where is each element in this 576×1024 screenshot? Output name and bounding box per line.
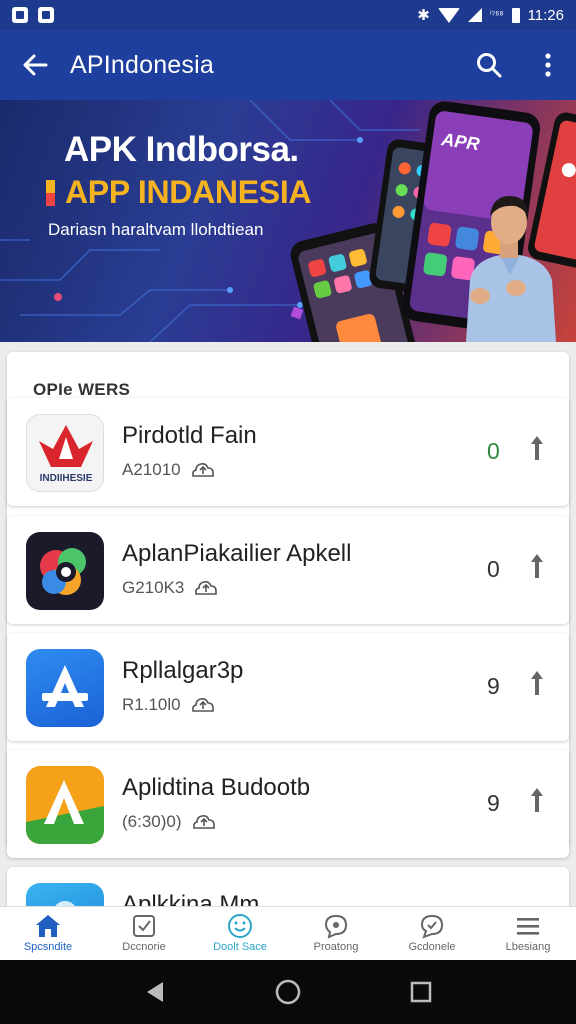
cloud-upload-icon [195, 581, 218, 595]
cloud-upload-icon [191, 698, 214, 712]
recents-square-icon[interactable] [409, 980, 433, 1004]
app-list-item[interactable]: Aplkkina Mm [7, 867, 569, 906]
app-name: Rpllalgar3p [122, 657, 244, 684]
colorful-camera-icon [26, 532, 104, 610]
app-name: Aplkkina Mm [122, 891, 260, 906]
cloud-upload-icon [192, 815, 215, 829]
search-button[interactable] [458, 30, 520, 100]
cloud-upload-icon [191, 463, 214, 477]
app-list-area: OPIe WERS INDIIHESIE Pirdotld Fain A2101… [0, 342, 576, 906]
battery-icon [511, 7, 520, 23]
check-square-icon [133, 915, 155, 937]
wifi-icon [437, 7, 460, 23]
signal-icon [467, 8, 482, 22]
app-store-icon [26, 649, 104, 727]
back-button[interactable] [0, 30, 70, 100]
nav-label: Doolt Sace [213, 941, 267, 953]
flag-bar-icon [46, 180, 55, 206]
more-options-button[interactable] [520, 30, 576, 100]
app-meta-value: A21010 [122, 460, 181, 479]
section-title: OPIe WERS [33, 380, 131, 399]
notification-image-icon [12, 7, 28, 23]
nav-item-support[interactable]: Gcdonele [384, 907, 480, 960]
green-a-icon [26, 766, 104, 844]
arrow-left-icon [23, 54, 48, 76]
arrow-up-icon[interactable] [529, 434, 545, 462]
app-name: AplanPiakailier Apkell [122, 540, 352, 567]
app-title: APIndonesia [70, 50, 214, 79]
nav-label: Spcsndite [23, 941, 73, 953]
vibrate-icon: ✱ [417, 7, 430, 24]
nav-label: Dccnorie [122, 941, 166, 953]
nav-item-chat[interactable]: Proatong [288, 907, 384, 960]
app-list-item[interactable]: INDIIHESIE Pirdotld Fain A21010 0 [7, 398, 569, 506]
nav-label: Proatong [313, 941, 359, 953]
app-count: 9 [487, 673, 500, 699]
chat-icon [324, 914, 348, 939]
app-meta-value: (6:30)0) [122, 812, 182, 831]
banner-headline: APK Indborsa. [64, 130, 299, 169]
app-bar: APIndonesia [0, 30, 576, 100]
app-name: Pirdotld Fain [122, 422, 257, 449]
back-triangle-icon[interactable] [143, 979, 167, 1005]
notification-app-icon [38, 7, 54, 23]
nav-label: Lbesiang [505, 941, 551, 953]
arrow-up-icon[interactable] [529, 786, 545, 814]
home-circle-icon[interactable] [274, 978, 302, 1006]
nav-label: Gcdonele [408, 941, 456, 953]
system-navigation-bar [0, 960, 576, 1024]
more-vert-icon [545, 53, 551, 77]
bottom-navigation: Spcsndite Dccnorie Doolt Sace Proatong G… [0, 906, 576, 960]
support-icon [420, 914, 444, 939]
arrow-up-icon[interactable] [529, 552, 545, 580]
app-list-item[interactable]: AplanPiakailier Apkell G210K3 0 [7, 516, 569, 624]
app-count: 9 [487, 790, 500, 816]
banner-tagline: Dariasn haraltvam llohdtiean [48, 220, 264, 239]
nav-item-menu[interactable]: Lbesiang [480, 907, 576, 960]
banner-subheadline: APP INDANESIA [46, 174, 312, 211]
clock: 11:26 [527, 6, 564, 24]
app-meta-value: G210K3 [122, 578, 185, 597]
app-name: Aplidtina Budootb [122, 774, 311, 801]
status-bar: ✱ ⁱ⁷⁶⁸ 11:26 [0, 0, 576, 30]
nav-item-check[interactable]: Dccnorie [96, 907, 192, 960]
banner-subheadline-text: APP INDANESIA [65, 174, 312, 210]
arrow-up-icon[interactable] [529, 669, 545, 697]
promo-banner[interactable]: APR APK Indborsa. APP INDANESIA Dariasn … [0, 100, 576, 342]
app-meta-value: R1.10l0 [122, 695, 181, 714]
app-meta: R1.10l0 [122, 695, 215, 715]
app-count: 0 [487, 556, 500, 582]
menu-icon [517, 918, 539, 935]
app-list-item[interactable]: Aplidtina Budootb (6:30)0) 9 [7, 750, 569, 858]
app-count: 0 [487, 438, 500, 464]
nav-item-smiley[interactable]: Doolt Sace [192, 907, 288, 960]
app-list-item[interactable]: Rpllalgar3p R1.10l0 9 [7, 633, 569, 741]
nav-item-home[interactable]: Spcsndite [0, 907, 96, 960]
app-meta: G210K3 [122, 578, 218, 598]
app-meta: (6:30)0) [122, 812, 216, 832]
search-icon [477, 53, 502, 78]
blue-app-icon [26, 883, 104, 906]
smiley-icon [228, 914, 252, 938]
home-icon [36, 915, 60, 937]
signal-text: ⁱ⁷⁶⁸ [489, 9, 504, 21]
indonesia-icon-text: INDIIHESIE [39, 473, 93, 484]
indonesia-icon: INDIIHESIE [26, 414, 104, 492]
app-meta: A21010 [122, 460, 215, 480]
